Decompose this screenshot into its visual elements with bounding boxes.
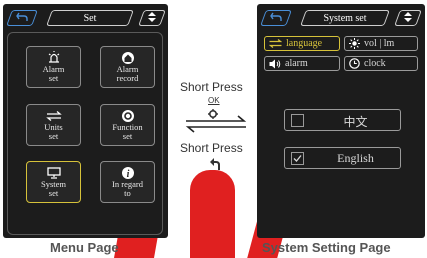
language-checkbox[interactable] bbox=[291, 152, 304, 165]
transition-top-label: Short Press bbox=[180, 80, 243, 94]
transition-arrows-icon bbox=[184, 114, 248, 139]
menu-item-label: Function set bbox=[112, 122, 143, 141]
language-checkbox[interactable] bbox=[291, 114, 304, 127]
menu-panel: Alarm set Alarm record Units set Functio… bbox=[7, 32, 163, 235]
page-title: Set bbox=[83, 12, 97, 24]
language-option-english[interactable]: English bbox=[284, 147, 401, 169]
chip-alarm[interactable]: alarm bbox=[264, 56, 340, 71]
ok-key-label: OK bbox=[208, 96, 220, 105]
swap-arrows-icon bbox=[45, 108, 62, 123]
chip-label: clock bbox=[364, 58, 386, 69]
chip-label: vol | lm bbox=[364, 38, 395, 49]
menu-item-label: Alarm record bbox=[116, 64, 139, 83]
title-bar: Set bbox=[46, 10, 134, 26]
monitor-icon bbox=[46, 165, 61, 180]
menu-item-system-set[interactable]: System set bbox=[26, 161, 81, 203]
chip-clock[interactable]: clock bbox=[344, 56, 418, 71]
clock-icon bbox=[349, 58, 360, 69]
back-arrow-icon bbox=[270, 12, 282, 25]
menu-page-screen: Set Alarm set Alarm record Units set Fun… bbox=[3, 4, 168, 238]
back-button[interactable] bbox=[6, 10, 38, 26]
language-label: 中文 bbox=[343, 115, 368, 129]
system-setting-screen: System set language vol | lm alarm clock… bbox=[257, 4, 425, 238]
svg-text:i: i bbox=[126, 169, 129, 180]
chip-label: alarm bbox=[285, 58, 308, 69]
chip-label: language bbox=[286, 38, 323, 49]
menu-item-alarm-set[interactable]: Alarm set bbox=[26, 46, 81, 88]
brightness-icon bbox=[349, 38, 360, 49]
up-down-arrows-icon bbox=[404, 11, 412, 25]
language-label: English bbox=[337, 151, 374, 165]
title-bar: System set bbox=[300, 10, 390, 26]
speaker-icon bbox=[269, 59, 281, 69]
system-page-caption: System Setting Page bbox=[262, 240, 391, 255]
record-icon bbox=[121, 50, 135, 65]
menu-item-alarm-record[interactable]: Alarm record bbox=[100, 46, 155, 88]
up-down-button[interactable] bbox=[138, 10, 166, 26]
swap-arrows-icon bbox=[269, 39, 282, 48]
menu-item-label: Units set bbox=[44, 122, 63, 141]
chip-language[interactable]: language bbox=[264, 36, 340, 51]
info-icon: i bbox=[121, 165, 135, 180]
menu-item-label: System set bbox=[40, 179, 67, 198]
up-down-button[interactable] bbox=[394, 10, 422, 26]
gear-icon bbox=[121, 108, 135, 123]
menu-item-label: In regard to bbox=[112, 179, 143, 198]
menu-item-function-set[interactable]: Function set bbox=[100, 104, 155, 146]
language-option-chinese[interactable]: 中文 bbox=[284, 109, 401, 131]
page-title: System set bbox=[323, 12, 367, 24]
transition-bottom-label: Short Press bbox=[180, 141, 243, 155]
menu-item-units-set[interactable]: Units set bbox=[26, 104, 81, 146]
up-down-arrows-icon bbox=[148, 11, 156, 25]
menu-item-in-regard-to[interactable]: i In regard to bbox=[100, 161, 155, 203]
menu-item-label: Alarm set bbox=[42, 64, 65, 83]
back-arrow-icon bbox=[209, 157, 221, 176]
alarm-icon bbox=[47, 50, 61, 65]
back-button[interactable] bbox=[260, 10, 292, 26]
back-arrow-icon bbox=[16, 12, 28, 25]
chip-vol-lm[interactable]: vol | lm bbox=[344, 36, 418, 51]
menu-page-caption: Menu Page bbox=[50, 240, 119, 255]
